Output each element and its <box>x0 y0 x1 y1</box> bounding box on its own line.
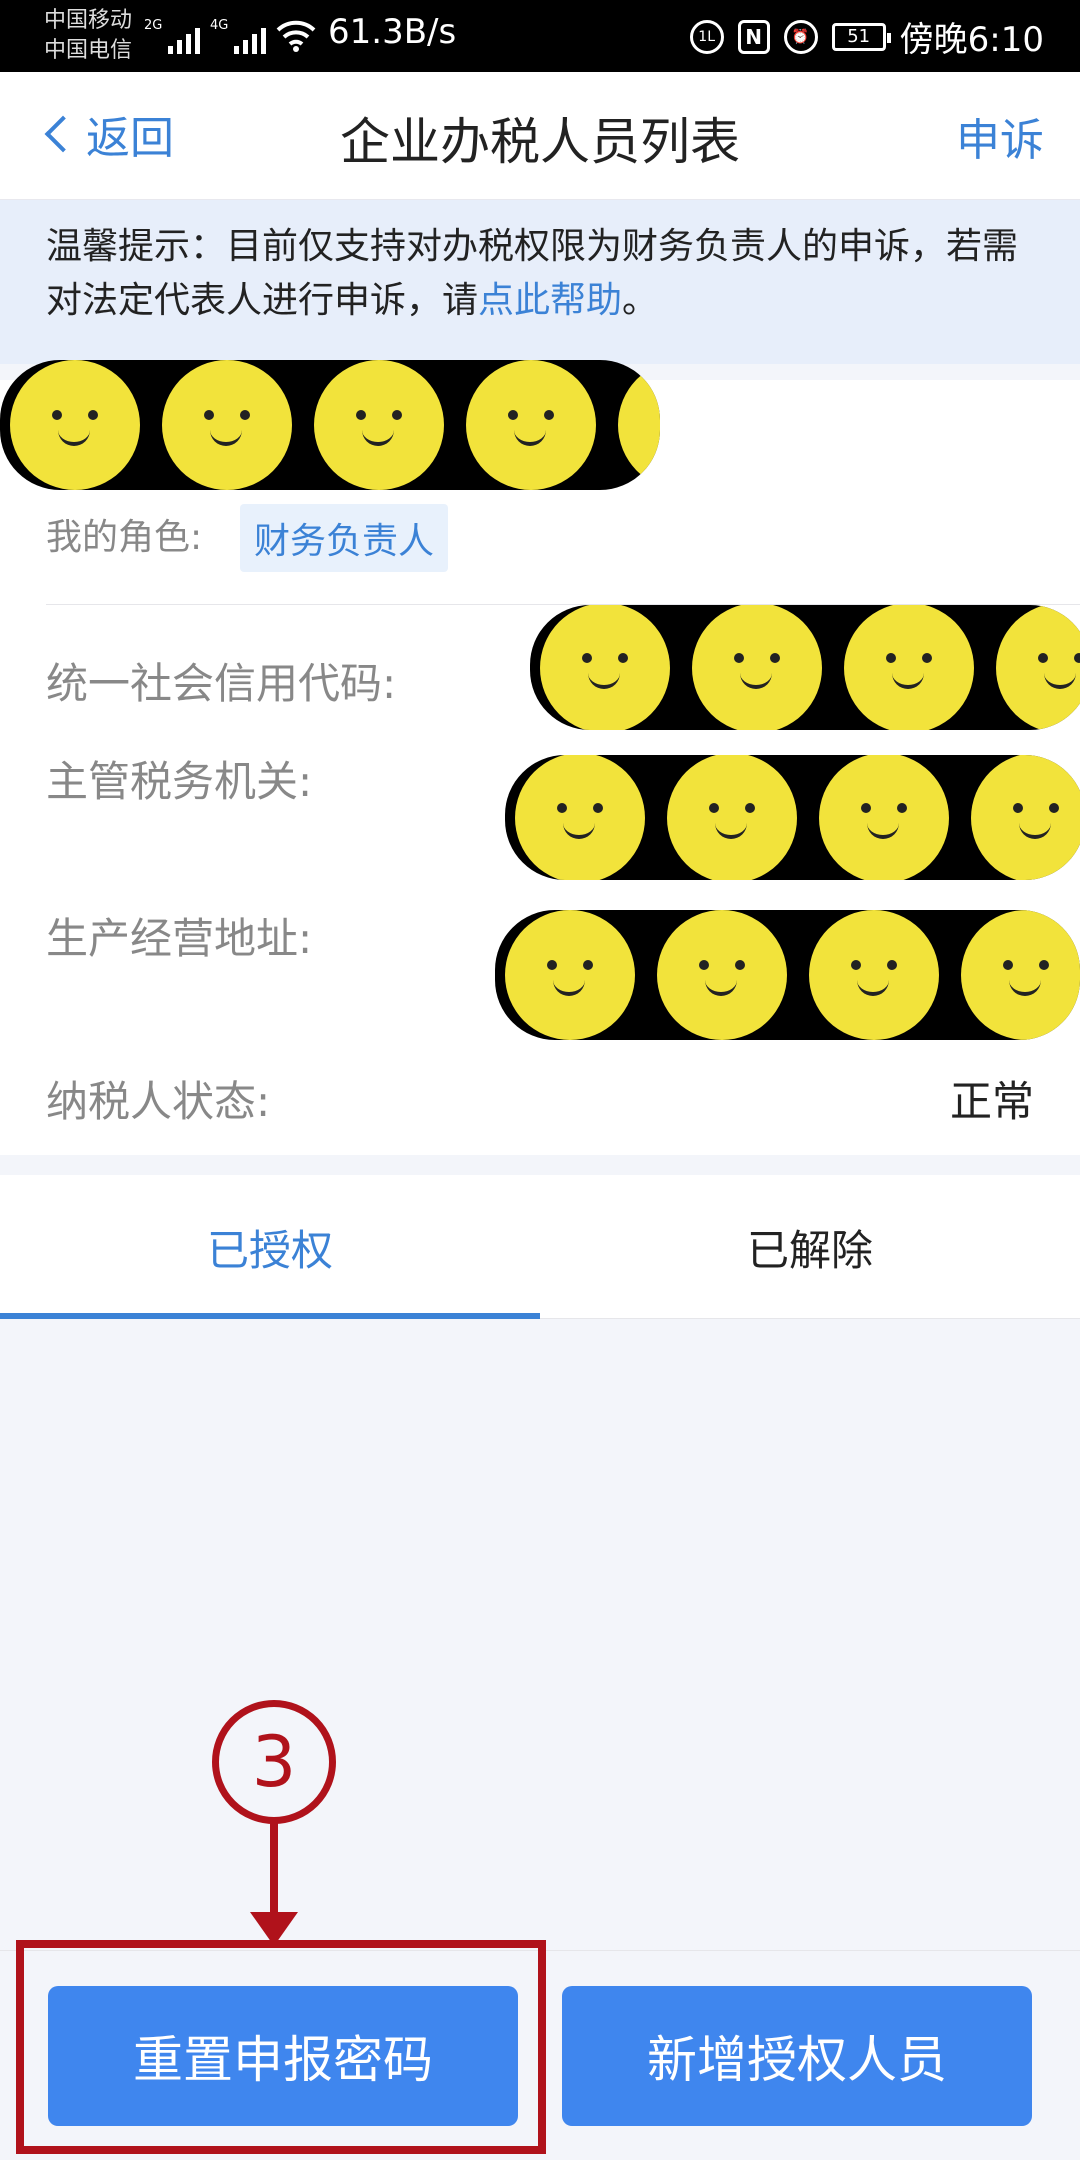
appeal-button[interactable]: 申诉 <box>956 104 1044 168</box>
battery-level: 51 <box>847 26 871 47</box>
notice-banner: 温馨提示：目前仅支持对办税权限为财务负责人的申诉，若需对法定代表人进行申诉，请点… <box>0 200 1080 364</box>
back-button[interactable]: 返回 <box>40 102 174 166</box>
carrier-labels: 中国移动 中国电信 <box>44 6 132 66</box>
smiley-icon <box>314 360 444 490</box>
network-speed: 61.3B/s <box>328 12 457 52</box>
smiley-icon <box>971 755 1080 880</box>
smiley-icon <box>692 605 822 730</box>
role-badge: 财务负责人 <box>240 504 449 572</box>
smiley-icon <box>618 360 660 490</box>
nfc-icon: N <box>737 19 770 54</box>
alarm-icon: ⏰ <box>783 19 818 54</box>
network-type-2: 4G <box>210 18 229 33</box>
smiley-icon <box>515 755 645 880</box>
smiley-icon <box>466 360 596 490</box>
network-type-1: 2G <box>144 18 163 33</box>
status-right: 1L N ⏰ 51 傍晚6:10 <box>689 12 1044 61</box>
signal-icon: 4G <box>210 18 267 54</box>
back-label: 返回 <box>86 113 174 164</box>
smiley-icon <box>540 605 670 730</box>
clock: 傍晚6:10 <box>899 20 1044 60</box>
smiley-icon <box>667 755 797 880</box>
battery-icon: 51 <box>831 22 891 51</box>
help-link[interactable]: 点此帮助 <box>478 280 622 321</box>
company-info-card: 我的角色: 财务负责人 统一社会信用代码: 主管税务机关: 生产经营地址: 纳税… <box>0 360 1080 1155</box>
add-authorized-person-button[interactable]: 新增授权人员 <box>562 1986 1032 2126</box>
smiley-icon <box>819 755 949 880</box>
credit-code-label: 统一社会信用代码: <box>46 659 397 708</box>
smiley-icon <box>996 605 1080 730</box>
carrier-1: 中国移动 <box>44 8 133 33</box>
business-address-label: 生产经营地址: <box>46 914 313 963</box>
tab-bar: 已授权 已解除 <box>0 1175 1080 1319</box>
notice-suffix: 。 <box>622 280 659 321</box>
smiley-icon <box>10 360 140 490</box>
highlight-box <box>16 1940 546 2154</box>
chevron-left-icon <box>44 115 82 153</box>
status-bar: 中国移动 中国电信 2G 4G 61.3B/s 1L N ⏰ 51 傍晚6:10 <box>0 0 1080 72</box>
taxpayer-status-label: 纳税人状态: <box>46 1077 271 1126</box>
tax-authority-label: 主管税务机关: <box>46 757 313 806</box>
tab-released[interactable]: 已解除 <box>540 1175 1080 1319</box>
step-number-badge: 3 <box>212 1700 336 1824</box>
company-name-row <box>0 360 660 490</box>
annotation-arrow-line <box>270 1820 278 1920</box>
nav-bar: 返回 企业办税人员列表 申诉 <box>0 72 1080 200</box>
tab-indicator <box>0 1313 540 1319</box>
signal-icon: 2G <box>144 18 201 54</box>
taxpayer-status-value: 正常 <box>949 1077 1034 1126</box>
redaction-emoji <box>0 360 660 490</box>
tab-authorized[interactable]: 已授权 <box>0 1175 540 1319</box>
smiley-icon <box>961 910 1080 1040</box>
carrier-2: 中国电信 <box>44 38 133 63</box>
role-label: 我的角色: <box>46 517 203 558</box>
smiley-icon <box>657 910 787 1040</box>
smiley-icon <box>809 910 939 1040</box>
smiley-icon <box>162 360 292 490</box>
smiley-icon <box>505 910 635 1040</box>
redaction-emoji <box>530 605 1080 730</box>
smiley-icon <box>844 605 974 730</box>
redaction-emoji <box>495 910 1080 1040</box>
redaction-emoji <box>505 755 1080 880</box>
wifi-icon <box>276 20 316 52</box>
hd-icon: 1L <box>689 19 724 54</box>
